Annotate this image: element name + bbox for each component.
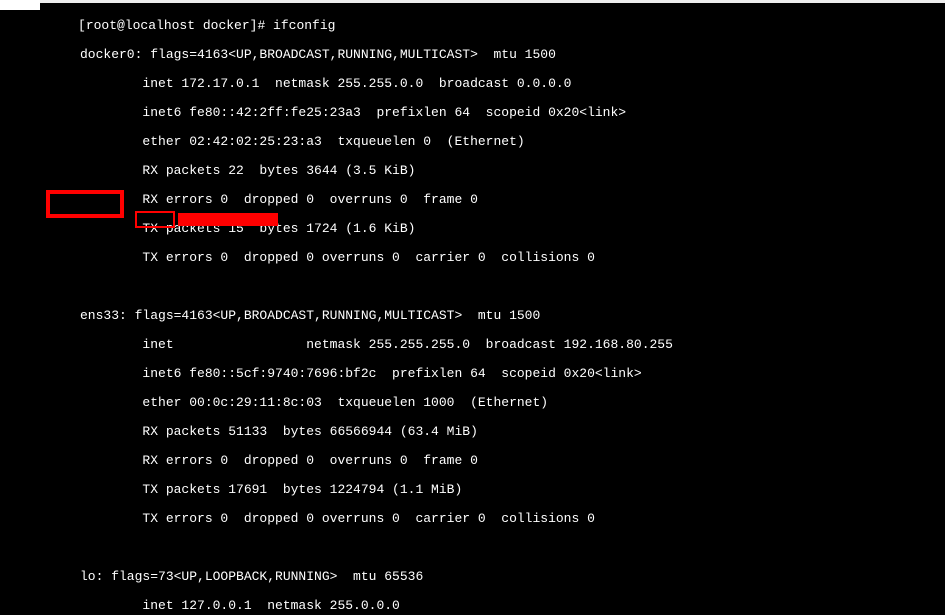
ens33-txp: TX packets 17691 bytes 1224794 (1.1 MiB) <box>0 483 945 498</box>
terminal-output[interactable]: [root@localhost docker]# ifconfig docker… <box>0 0 945 615</box>
ens33-rxp: RX packets 51133 bytes 66566944 (63.4 Mi… <box>0 425 945 440</box>
lo-header: lo: flags=73<UP,LOOPBACK,RUNNING> mtu 65… <box>0 570 945 585</box>
prompt-ifconfig: [root@localhost docker]# ifconfig <box>78 18 335 33</box>
ens33-header: ens33: flags=4163<UP,BROADCAST,RUNNING,M… <box>0 309 945 324</box>
docker0-rxe: RX errors 0 dropped 0 overruns 0 frame 0 <box>0 193 945 208</box>
docker0-inet6: inet6 fe80::42:2ff:fe25:23a3 prefixlen 6… <box>0 106 945 121</box>
annotation-redact-ip <box>178 213 278 226</box>
annotation-box-ens33 <box>46 190 124 218</box>
prompt-line: [root@localhost docker]# ifconfig <box>0 19 945 34</box>
lo-inet: inet 127.0.0.1 netmask 255.0.0.0 <box>0 599 945 614</box>
annotation-box-inet <box>135 211 175 228</box>
blank-2 <box>0 541 945 556</box>
ens33-inet: inet netmask 255.255.255.0 broadcast 192… <box>0 338 945 353</box>
docker0-inet: inet 172.17.0.1 netmask 255.255.0.0 broa… <box>0 77 945 92</box>
ens33-txe: TX errors 0 dropped 0 overruns 0 carrier… <box>0 512 945 527</box>
docker0-ether: ether 02:42:02:25:23:a3 txqueuelen 0 (Et… <box>0 135 945 150</box>
ens33-ether: ether 00:0c:29:11:8c:03 txqueuelen 1000 … <box>0 396 945 411</box>
blank-1 <box>0 280 945 295</box>
ens33-inet6: inet6 fe80::5cf:9740:7696:bf2c prefixlen… <box>0 367 945 382</box>
window-edge-corner <box>0 0 40 10</box>
ens33-rxe: RX errors 0 dropped 0 overruns 0 frame 0 <box>0 454 945 469</box>
docker0-rxp: RX packets 22 bytes 3644 (3.5 KiB) <box>0 164 945 179</box>
window-edge-top <box>0 0 945 3</box>
docker0-txe: TX errors 0 dropped 0 overruns 0 carrier… <box>0 251 945 266</box>
docker0-header: docker0: flags=4163<UP,BROADCAST,RUNNING… <box>0 48 945 63</box>
